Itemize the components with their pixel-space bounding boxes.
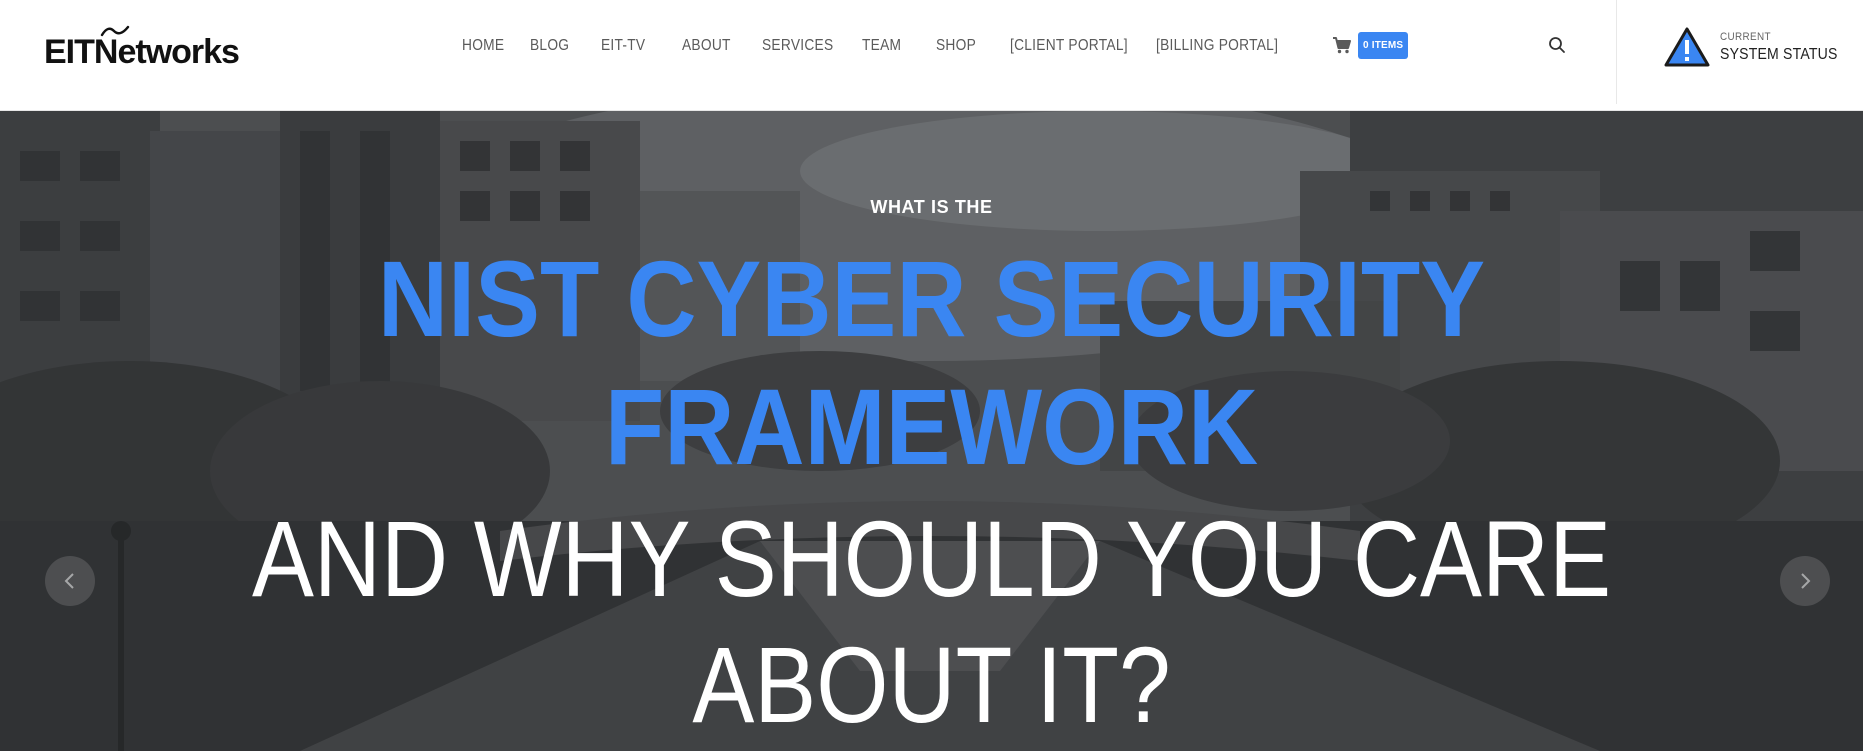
nav-eit-tv[interactable]: EIT-TV: [601, 37, 671, 55]
logo-text-etworks: etworks: [117, 33, 239, 71]
slider-prev-button[interactable]: [45, 556, 95, 606]
cart-button[interactable]: 0 ITEMS: [1332, 30, 1409, 60]
logo-wave-icon: [100, 25, 130, 37]
nav-services[interactable]: SERVICES: [762, 37, 848, 55]
nav-billing-portal[interactable]: [BILLING PORTAL]: [1156, 37, 1278, 55]
nav-client-portal[interactable]: [CLIENT PORTAL]: [1010, 37, 1136, 55]
hero-title-line-2: FRAMEWORK: [604, 366, 1259, 487]
nav-home[interactable]: HOME: [462, 37, 520, 55]
site-header: EIT N etworks HOME BLOG EIT-TV ABOUT SER…: [0, 0, 1863, 111]
shopping-cart-icon: [1333, 37, 1351, 54]
slider-prev-icon: [64, 573, 74, 589]
nav-blog[interactable]: BLOG: [530, 37, 591, 55]
search-button[interactable]: [1548, 36, 1568, 56]
system-status-link[interactable]: CURRENT SYSTEM STATUS: [1664, 22, 1854, 72]
cart-count-badge[interactable]: 0 ITEMS: [1358, 31, 1409, 59]
hero-slider: WHAT IS THE NIST CYBER SECURITY FRAMEWOR…: [0, 111, 1863, 751]
site-logo[interactable]: EIT N etworks: [44, 25, 240, 72]
hero-subtitle-line-2: ABOUT IT?: [692, 624, 1171, 745]
nav-shop[interactable]: SHOP: [936, 37, 1000, 55]
slider-next-icon: [1801, 573, 1811, 589]
logo-n-with-wave: N: [93, 25, 130, 72]
warning-triangle-icon: [1664, 27, 1710, 67]
system-status-text: CURRENT SYSTEM STATUS: [1720, 31, 1854, 64]
logo-text-eit: EIT: [44, 33, 95, 71]
header-divider: [1616, 0, 1617, 104]
main-nav: HOME BLOG EIT-TV ABOUT SERVICES TEAM SHO…: [462, 30, 1296, 62]
slider-next-button[interactable]: [1780, 556, 1830, 606]
hero-subtitle-line-1: AND WHY SHOULD YOU CARE: [251, 498, 1612, 619]
hero-kicker: WHAT IS THE: [870, 197, 993, 217]
nav-about[interactable]: ABOUT: [682, 37, 751, 55]
status-label-current: CURRENT: [1720, 30, 1771, 43]
nav-team[interactable]: TEAM: [862, 37, 926, 55]
status-label-system-status: SYSTEM STATUS: [1720, 45, 1838, 63]
search-icon: [1549, 37, 1565, 53]
logo-text-n: N: [93, 33, 119, 71]
hero-title-line-1: NIST CYBER SECURITY: [377, 238, 1486, 359]
